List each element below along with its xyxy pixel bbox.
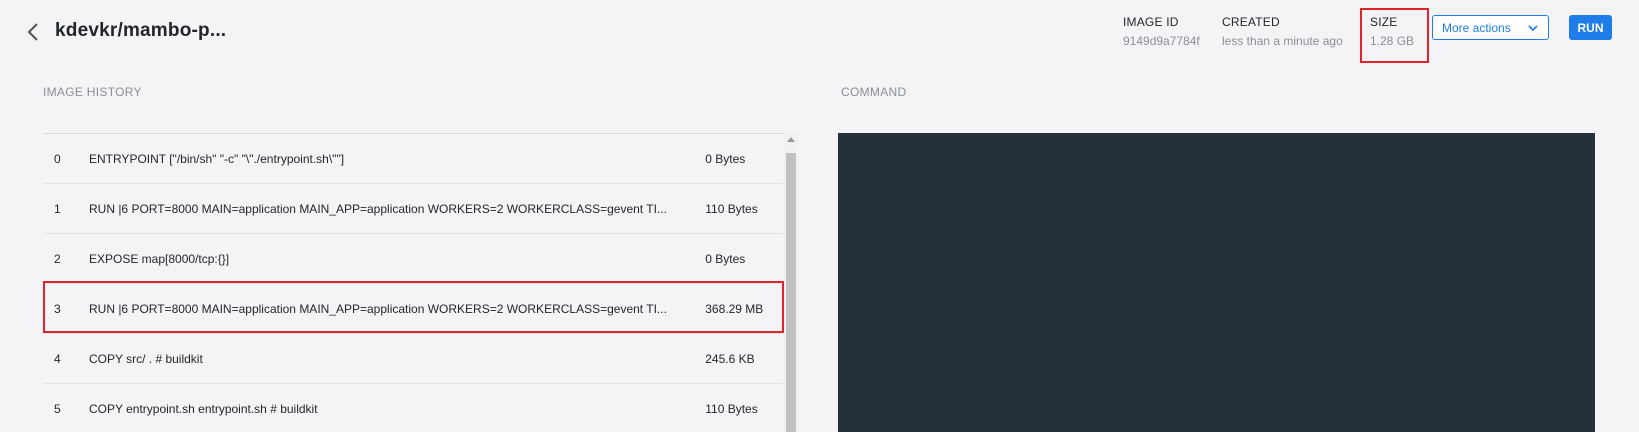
row-highlight-box — [43, 281, 784, 333]
row-index: 0 — [54, 151, 61, 166]
back-button[interactable] — [22, 20, 46, 44]
image-id-value: 9149d9a7784f — [1123, 34, 1200, 48]
history-scrollbar[interactable] — [784, 133, 798, 432]
row-index: 5 — [54, 401, 61, 416]
scroll-up-arrow-icon[interactable] — [787, 137, 795, 142]
scrollbar-thumb[interactable] — [786, 153, 796, 432]
history-row[interactable]: 2 EXPOSE map[8000/tcp:{}] 0 Bytes — [43, 234, 783, 284]
created-value: less than a minute ago — [1222, 34, 1343, 48]
row-index: 1 — [54, 201, 61, 216]
history-row[interactable]: 5 COPY entrypoint.sh entrypoint.sh # bui… — [43, 384, 783, 432]
row-size: 110 Bytes — [705, 201, 758, 216]
row-size: 0 Bytes — [705, 151, 746, 166]
created-label: CREATED — [1222, 15, 1280, 29]
row-index: 4 — [54, 351, 61, 366]
chevron-down-icon — [1528, 25, 1538, 32]
history-row[interactable]: 0 ENTRYPOINT ["/bin/sh" "-c" "\"./entryp… — [43, 134, 783, 184]
image-history-heading: IMAGE HISTORY — [43, 85, 142, 99]
history-row[interactable]: 1 RUN |6 PORT=8000 MAIN=application MAIN… — [43, 184, 783, 234]
page-title: kdevkr/mambo-p... — [55, 20, 227, 41]
row-command: COPY entrypoint.sh entrypoint.sh # build… — [88, 401, 318, 416]
row-command: EXPOSE map[8000/tcp:{}] — [88, 251, 230, 266]
row-size: 0 Bytes — [705, 251, 746, 266]
more-actions-button[interactable]: More actions — [1432, 15, 1549, 40]
row-command: COPY src/ . # buildkit — [88, 351, 203, 366]
size-highlight-box — [1360, 8, 1429, 63]
image-id-label: IMAGE ID — [1123, 15, 1179, 29]
row-command: ENTRYPOINT ["/bin/sh" "-c" "\"./entrypoi… — [88, 151, 345, 166]
created-meta: CREATED less than a minute ago — [1222, 15, 1343, 48]
more-actions-label: More actions — [1442, 20, 1511, 35]
chevron-left-icon — [27, 23, 38, 41]
row-size: 110 Bytes — [705, 401, 758, 416]
command-heading: COMMAND — [841, 85, 907, 99]
row-size: 245.6 KB — [705, 351, 755, 366]
history-row[interactable]: 4 COPY src/ . # buildkit 245.6 KB — [43, 334, 783, 384]
row-command: RUN |6 PORT=8000 MAIN=application MAIN_A… — [88, 201, 667, 216]
command-panel — [838, 133, 1595, 432]
image-id-meta: IMAGE ID 9149d9a7784f — [1123, 15, 1200, 48]
run-button[interactable]: RUN — [1569, 15, 1612, 40]
row-index: 2 — [54, 251, 61, 266]
